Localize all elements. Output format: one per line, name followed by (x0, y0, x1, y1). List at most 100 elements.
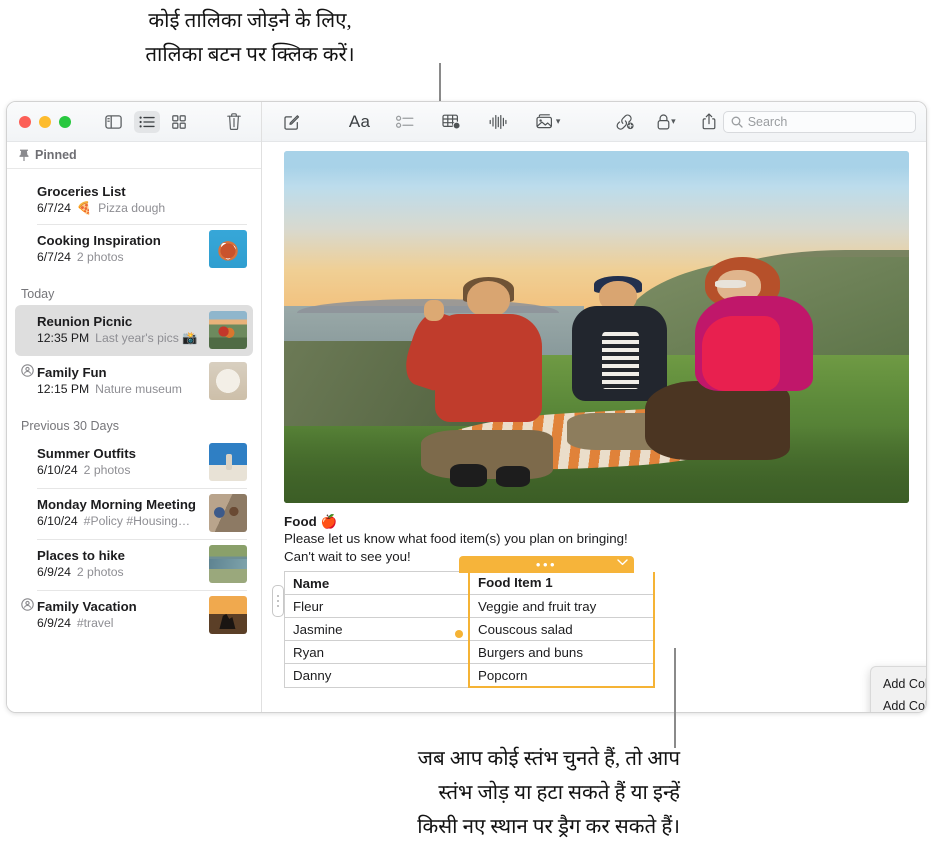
note-item-date: 6/10/24 (37, 513, 78, 530)
table-header-cell[interactable]: Food Item 1 (469, 572, 654, 595)
note-list-item[interactable]: Cooking Inspiration6/7/242 photos (15, 224, 253, 275)
table-cell[interactable]: Danny (285, 664, 470, 688)
note-content[interactable]: Food 🍎 Please let us know what food item… (262, 142, 926, 712)
close-button[interactable] (19, 116, 31, 128)
share-button[interactable] (695, 110, 723, 134)
sidebar-toolbar (7, 102, 261, 142)
minimize-button[interactable] (39, 116, 51, 128)
table-cell[interactable]: Veggie and fruit tray (469, 595, 654, 618)
note-table-container: ••• NameFood Item 1FleurVeggie and fruit… (284, 571, 634, 688)
zoom-button[interactable] (59, 116, 71, 128)
note-photo[interactable] (284, 151, 909, 503)
table-cell[interactable]: Fleur (285, 595, 470, 618)
pin-icon (19, 149, 29, 161)
note-item-subtitle: 12:15 PMNature museum (37, 381, 203, 398)
pinned-section-header: Pinned (7, 142, 261, 169)
compose-icon (284, 114, 300, 130)
note-item-text: Reunion Picnic12:35 PMLast year's pics 📸 (21, 313, 203, 347)
note-list-item[interactable]: Family Fun12:15 PMNature museum (15, 356, 253, 407)
list-view-icon (139, 116, 155, 128)
note-heading: Food 🍎 (284, 514, 904, 530)
table-button[interactable] (437, 110, 465, 134)
table-row: DannyPopcorn (285, 664, 655, 688)
note-item-subtitle: 6/9/24 #travel (37, 615, 203, 632)
table-header-cell[interactable]: Name (285, 572, 470, 595)
menu-item-add-column-before[interactable]: Add Column Before (871, 673, 927, 695)
table-cell[interactable]: Couscous salad (469, 618, 654, 641)
notes-group-label: Today (7, 275, 261, 305)
note-item-date: 6/7/24 (37, 249, 71, 266)
lock-button[interactable]: ▾ (651, 110, 681, 134)
format-button[interactable]: Aa (344, 110, 376, 134)
chevron-down-icon: ▾ (556, 116, 561, 127)
note-item-snippet: #travel (77, 615, 114, 632)
note-item-subtitle: 6/7/24🍕Pizza dough (37, 200, 247, 217)
notes-group-label: Previous 30 Days (7, 407, 261, 437)
delete-note-button[interactable] (221, 111, 247, 133)
note-item-title: Places to hike (37, 547, 203, 564)
media-button[interactable]: ▾ (531, 110, 565, 134)
column-selection-handle[interactable]: ••• (459, 556, 634, 573)
note-item-snippet: 2 photos (77, 564, 124, 581)
food-table[interactable]: NameFood Item 1FleurVeggie and fruit tra… (284, 571, 655, 688)
note-paragraph-1: Please let us know what food item(s) you… (284, 530, 904, 548)
note-item-date: 6/9/24 (37, 564, 71, 581)
callout-top-text: कोई तालिका जोड़ने के लिए, तालिका बटन पर … (0, 4, 500, 72)
table-cell[interactable]: Burgers and buns (469, 641, 654, 664)
note-item-subtitle: 6/9/24 2 photos (37, 564, 203, 581)
note-item-thumbnail (209, 362, 247, 400)
table-row: JasmineCouscous salad (285, 618, 655, 641)
note-item-title: Summer Outfits (37, 445, 203, 462)
note-list-item[interactable]: Places to hike6/9/24 2 photos (15, 539, 253, 590)
table-cell[interactable]: Popcorn (469, 664, 654, 688)
table-row: FleurVeggie and fruit tray (285, 595, 655, 618)
note-item-snippet: 2 photos (77, 249, 124, 266)
note-list-item[interactable]: Reunion Picnic12:35 PMLast year's pics 📸 (15, 305, 253, 356)
sidebar-toggle-button[interactable] (100, 111, 126, 133)
list-view-button[interactable] (134, 111, 160, 133)
note-item-title: Groceries List (37, 183, 247, 200)
table-header-row: NameFood Item 1 (285, 572, 655, 595)
checklist-icon (396, 115, 414, 129)
notes-list[interactable]: Groceries List6/7/24🍕Pizza doughCooking … (7, 169, 261, 712)
note-item-subtitle: 6/7/24 2 photos (37, 249, 203, 266)
table-cell[interactable]: Ryan (285, 641, 470, 664)
note-item-snippet: Nature museum (95, 381, 182, 398)
note-item-date: 6/7/24 (37, 200, 71, 217)
note-item-subtitle: 6/10/242 photos (37, 462, 203, 479)
table-cell[interactable]: Jasmine (285, 618, 470, 641)
note-item-date: 6/9/24 (37, 615, 71, 632)
menu-item-add-column-after[interactable]: Add Column After (871, 695, 927, 713)
trash-icon (227, 113, 241, 130)
sidebar-icon (105, 115, 122, 129)
note-list-item[interactable]: Summer Outfits6/10/242 photos (15, 437, 253, 488)
notes-app-window: Pinned Groceries List6/7/24🍕Pizza doughC… (6, 101, 927, 713)
link-button[interactable] (610, 110, 638, 134)
note-list-item[interactable]: Monday Morning Meeting6/10/24#Policy #Ho… (15, 488, 253, 539)
note-list-item[interactable]: Family Vacation6/9/24#travel (15, 590, 253, 641)
cell-selection-dot (455, 630, 463, 638)
note-editor-pane: Aa (262, 102, 926, 712)
gallery-view-button[interactable] (166, 111, 192, 133)
audio-waveform-icon (489, 114, 507, 130)
note-item-date: 12:35 PM (37, 330, 89, 347)
compose-button[interactable] (278, 110, 306, 134)
row-drag-handle[interactable] (272, 585, 284, 617)
column-context-menu[interactable]: Add Column Before Add Column After Delet… (870, 666, 927, 713)
note-item-snippet: 2 photos (84, 462, 131, 479)
note-item-text: Monday Morning Meeting6/10/24#Policy #Ho… (21, 496, 203, 530)
shared-note-icon (21, 364, 34, 377)
note-item-thumbnail (209, 596, 247, 634)
checklist-button[interactable] (391, 110, 419, 134)
note-item-text: Summer Outfits6/10/242 photos (21, 445, 203, 479)
note-item-snippet: #Policy #Housing… (84, 513, 190, 530)
column-handle-dots-icon: ••• (536, 560, 557, 570)
table-icon (442, 113, 461, 130)
note-item-title: Family Fun (37, 364, 203, 381)
note-list-item[interactable]: Groceries List6/7/24🍕Pizza dough (15, 177, 253, 224)
chevron-down-icon[interactable] (617, 559, 628, 566)
shared-note-icon (21, 598, 34, 611)
audio-button[interactable] (484, 110, 512, 134)
search-input[interactable]: Search (723, 111, 916, 133)
note-item-thumbnail (209, 494, 247, 532)
